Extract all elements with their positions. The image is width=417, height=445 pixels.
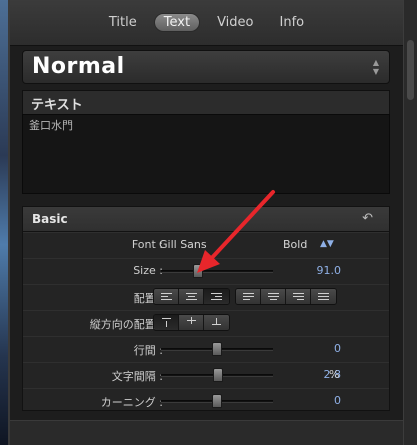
popup-arrows-icon[interactable]: ▲▼ [320,239,334,249]
section-bottom-border [22,410,390,411]
background-window-strip [0,0,8,445]
size-value[interactable]: 91.0 [291,264,342,277]
inspector-footer [10,420,403,445]
justify-right-button[interactable] [286,289,311,304]
scrollbar-thumb[interactable] [407,40,414,100]
kerning-slider-knob[interactable] [212,394,222,408]
kerning-slider[interactable] [161,394,273,408]
text-field-title: テキスト [31,98,83,113]
kerning-row: カーニング : 0 [23,388,389,410]
inspector-tab-bar: Title Text Video Info [10,0,403,46]
tracking-slider-knob[interactable] [213,368,224,382]
align-bottom-button[interactable] [204,315,229,330]
justify-segmented-control [235,288,337,305]
align-left-button[interactable] [154,289,179,304]
align-right-button[interactable] [204,289,229,304]
text-style-preset-dropdown[interactable]: Normal ▲ ▼ [22,50,390,84]
text-input-value[interactable]: 釜口水門 [29,117,73,133]
preset-name: Normal [32,54,125,79]
size-row: Size : 91.0 [23,258,389,282]
tracking-row: 文字間隔 : 2.8 % [23,362,389,386]
tracking-label: 文字間隔 : [111,370,163,383]
basic-properties: Font : Gill Sans Bold ▲▼ Size : 91.0 配置 … [22,232,390,410]
align-top-button[interactable] [154,315,179,330]
scrollbar[interactable] [403,0,417,445]
font-style-popup[interactable]: Bold [283,238,307,251]
justify-full-button[interactable] [311,289,336,304]
up-down-arrows-icon: ▲ ▼ [372,58,379,76]
alignment-row: 配置 : [23,284,389,308]
tab-title[interactable]: Title [100,14,146,31]
size-label: Size : [133,264,163,277]
window-edge [8,0,10,445]
basic-section-header[interactable]: Basic ↶ [22,206,390,232]
font-row: Font : Gill Sans Bold ▲▼ [23,232,389,256]
font-family-popup[interactable]: Gill Sans [159,238,207,251]
alignment-segmented-control [153,288,230,305]
align-center-button[interactable] [179,289,204,304]
size-slider-knob[interactable] [192,264,203,278]
section-title: Basic [32,212,68,226]
tracking-unit: % [329,368,340,381]
kerning-label: カーニング : [100,396,163,409]
size-slider[interactable] [161,264,273,278]
line-spacing-slider-knob[interactable] [212,342,222,356]
line-spacing-row: 行間 : 0 [23,336,389,360]
tab-video[interactable]: Video [208,14,262,31]
line-spacing-value[interactable]: 0 [291,342,341,355]
line-spacing-label: 行間 : [133,344,163,357]
align-middle-button[interactable] [179,315,204,330]
tab-text[interactable]: Text [153,13,201,32]
vertical-alignment-segmented-control [153,314,230,331]
tracking-slider[interactable] [161,368,273,382]
text-field-header: テキスト [22,90,390,114]
vertical-alignment-row: 縦方向の配置 : [23,310,389,334]
justify-left-button[interactable] [236,289,261,304]
line-spacing-slider[interactable] [161,342,273,356]
kerning-value[interactable]: 0 [291,394,341,407]
tab-info[interactable]: Info [271,14,314,31]
text-input-area[interactable]: 釜口水門 [22,114,390,194]
justify-center-button[interactable] [261,289,286,304]
reset-icon[interactable]: ↶ [362,211,373,226]
